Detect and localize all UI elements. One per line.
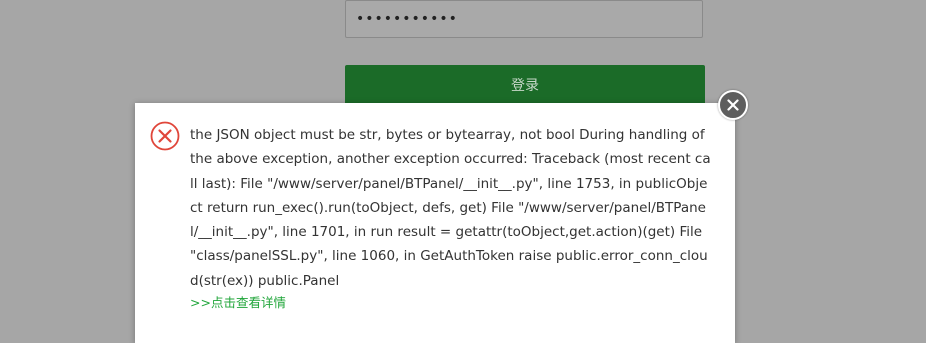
- view-details-link[interactable]: >>点击查看详情: [190, 292, 286, 311]
- error-dialog: the JSON object must be str, bytes or by…: [135, 103, 735, 343]
- error-message: the JSON object must be str, bytes or by…: [190, 127, 711, 289]
- login-button-label: 登录: [511, 78, 539, 94]
- close-dialog-button[interactable]: [718, 90, 748, 120]
- close-icon: [727, 99, 739, 111]
- error-circle-x-icon: [150, 121, 180, 151]
- login-button[interactable]: 登录: [345, 65, 705, 105]
- password-input[interactable]: [345, 0, 703, 38]
